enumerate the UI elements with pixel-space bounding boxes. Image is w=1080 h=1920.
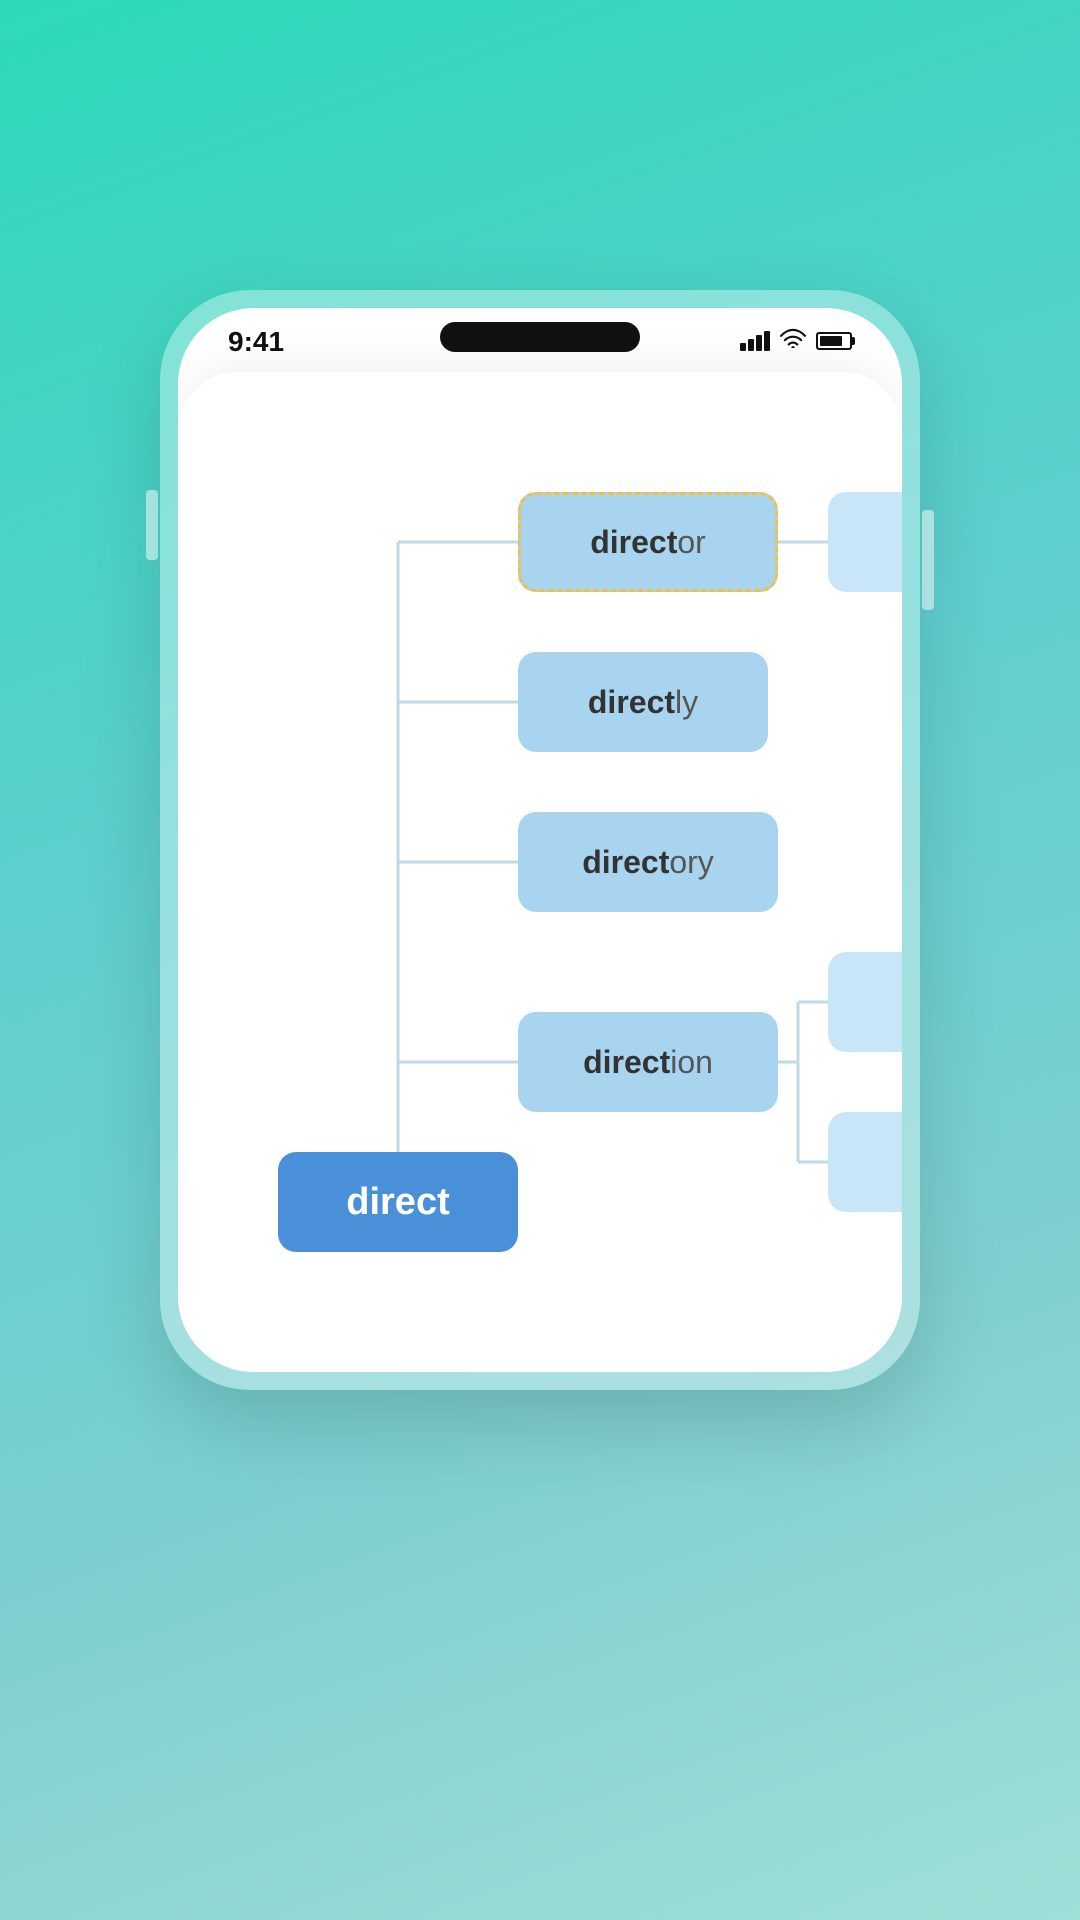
tree-card: direct director directorship [178,372,902,1372]
phone-side-button-right [922,510,934,610]
node-directional[interactable]: directional [828,952,902,1052]
status-time: 9:41 [228,326,284,358]
node-directionless[interactable]: directionless [828,1112,902,1212]
node-directory[interactable]: directory [518,812,778,912]
node-direct-label: direct [346,1181,449,1224]
tree-diagram: direct director directorship [238,432,842,1332]
signal-icon [740,331,770,351]
node-directory-text: directory [582,844,714,881]
node-director-text: director [590,524,706,561]
phone-outer-shell: 9:41 [160,290,920,1390]
node-direct[interactable]: direct [278,1152,518,1252]
notch [440,322,640,352]
phone-mockup: 9:41 [160,290,920,1390]
phone-side-button-left [146,490,158,560]
phone-screen: 9:41 [178,308,902,1372]
battery-icon [816,332,852,350]
status-icons [740,328,852,354]
node-directly[interactable]: directly [518,652,768,752]
node-direction-text: direction [583,1044,713,1081]
node-director[interactable]: director [518,492,778,592]
node-directly-text: directly [588,684,698,721]
wifi-icon [780,328,806,354]
node-direction[interactable]: direction [518,1012,778,1112]
node-directorship[interactable]: directorship [828,492,902,592]
